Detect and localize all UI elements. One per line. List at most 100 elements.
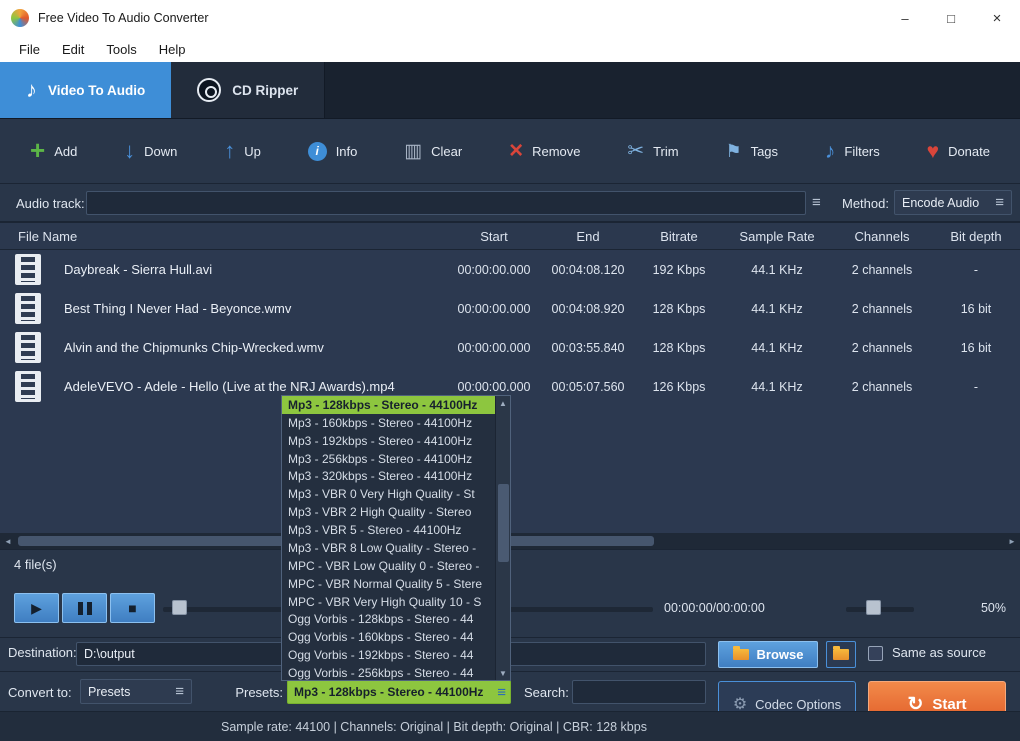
- table-row[interactable]: Daybreak - Sierra Hull.avi 00:00:00.000 00…: [0, 250, 1020, 289]
- start-cell: 00:00:00.000: [457, 262, 531, 277]
- scroll-right-icon[interactable]: ►: [1004, 533, 1020, 549]
- preset-option[interactable]: Ogg Vorbis - 256kbps - Stereo - 44: [282, 664, 495, 682]
- preset-option[interactable]: MPC - VBR Normal Quality 5 - Stere: [282, 575, 495, 593]
- preset-option[interactable]: MPC - VBR Very High Quality 10 - S: [282, 593, 495, 611]
- bit-depth-cell: 16 bit: [960, 301, 992, 316]
- file-name-cell: AdeleVEVO - Adele - Hello (Live at the N…: [64, 379, 395, 394]
- end-cell: 00:05:07.560: [551, 379, 625, 394]
- toolbar-tags-button[interactable]: ⚑ Tags: [725, 142, 778, 160]
- maximize-button[interactable]: □: [928, 0, 974, 36]
- sample-rate-cell: 44.1 KHz: [751, 340, 803, 355]
- toolbar-filters-button[interactable]: ♪ Filters: [825, 141, 880, 162]
- preset-option[interactable]: Ogg Vorbis - 160kbps - Stereo - 44: [282, 628, 495, 646]
- column-channels[interactable]: Channels: [832, 229, 932, 244]
- same-as-source-checkbox[interactable]: [868, 646, 883, 661]
- toolbar-remove-button[interactable]: × Remove: [509, 139, 580, 163]
- toolbar-down-button[interactable]: ↓ Down: [124, 140, 177, 162]
- volume-thumb[interactable]: [866, 600, 881, 615]
- toolbar-add-button[interactable]: + Add: [30, 137, 78, 163]
- channels-cell: 2 channels: [851, 301, 913, 316]
- toolbar-donate-button[interactable]: ♥ Donate: [927, 141, 990, 162]
- toolbar-info-button[interactable]: i Info: [307, 141, 357, 161]
- preset-option[interactable]: Ogg Vorbis - 128kbps - Stereo - 44: [282, 611, 495, 629]
- audio-track-input[interactable]: [86, 191, 806, 215]
- toolbar-down-label: Down: [144, 143, 178, 159]
- tab-cd-ripper[interactable]: CD Ripper: [171, 62, 326, 118]
- preset-option[interactable]: Ogg Vorbis - 192kbps - Stereo - 44: [282, 646, 495, 664]
- destination-label: Destination:: [8, 645, 77, 660]
- film-strip-icon: [15, 332, 41, 363]
- bitrate-cell: 192 Kbps: [652, 262, 706, 277]
- tab-video-to-audio[interactable]: ♪ Video To Audio: [0, 62, 172, 118]
- audio-track-menu-icon[interactable]: ≡: [812, 195, 821, 210]
- preset-option[interactable]: Mp3 - 320kbps - Stereo - 44100Hz: [282, 468, 495, 486]
- column-sample-rate[interactable]: Sample Rate: [722, 229, 832, 244]
- column-bitrate[interactable]: Bitrate: [636, 229, 722, 244]
- preset-option[interactable]: Mp3 - VBR 5 - Stereo - 44100Hz: [282, 521, 495, 539]
- file-icon-cell: [0, 371, 56, 402]
- table-row[interactable]: Alvin and the Chipmunks Chip-Wrecked.wmv…: [0, 328, 1020, 367]
- toolbar: + Add ↓ Down ↑ Up i Info ▥ Clear × Remove ✂ Trim ⚑ Tags…: [0, 118, 1020, 184]
- preset-option[interactable]: Mp3 - 160kbps - Stereo - 44100Hz: [282, 414, 495, 432]
- scroll-down-icon[interactable]: ▼: [496, 666, 510, 680]
- close-button[interactable]: ×: [974, 0, 1020, 36]
- search-input[interactable]: [572, 680, 706, 704]
- method-value: Encode Audio: [902, 195, 980, 210]
- end-cell: 00:04:08.920: [551, 301, 625, 316]
- end-cell: 00:04:08.120: [551, 262, 625, 277]
- toolbar-tags-label: Tags: [750, 143, 779, 159]
- menu-item-file[interactable]: File: [8, 36, 51, 62]
- app-icon: [11, 9, 29, 27]
- channels-cell: 2 channels: [851, 340, 913, 355]
- channels-cell: 2 channels: [851, 379, 913, 394]
- dropdown-scrollbar[interactable]: ▲ ▼: [495, 396, 510, 680]
- menu-item-help[interactable]: Help: [148, 36, 197, 62]
- search-label: Search:: [524, 685, 569, 700]
- bitrate-cell: 128 Kbps: [652, 301, 706, 316]
- column-file-name[interactable]: File Name: [0, 229, 448, 244]
- open-output-folder-button[interactable]: [826, 641, 856, 668]
- preset-dropdown-list: Mp3 - 128kbps - Stereo - 44100Hz Mp3 - 16…: [282, 396, 495, 680]
- file-count: 4 file(s): [14, 557, 57, 572]
- preset-option[interactable]: Mp3 - VBR 2 High Quality - Stereo: [282, 503, 495, 521]
- pause-button[interactable]: [62, 593, 107, 623]
- scroll-left-icon[interactable]: ◄: [0, 533, 16, 549]
- scroll-up-icon[interactable]: ▲: [496, 396, 510, 410]
- table-header: File Name Start End Bitrate Sample Rate …: [0, 222, 1020, 250]
- dropdown-scrollbar-thumb[interactable]: [498, 484, 509, 562]
- toolbar-clear-button[interactable]: ▥ Clear: [404, 142, 462, 161]
- seek-thumb[interactable]: [172, 600, 187, 615]
- browse-button[interactable]: Browse: [718, 641, 818, 668]
- table-row[interactable]: Best Thing I Never Had - Beyonce.wmv 00:0…: [0, 289, 1020, 328]
- window-title: Free Video To Audio Converter: [38, 11, 209, 25]
- column-start[interactable]: Start: [448, 229, 540, 244]
- column-bit-depth[interactable]: Bit depth: [932, 229, 1020, 244]
- playback-time: 00:00:00/00:00:00: [664, 601, 765, 615]
- stop-button[interactable]: ■: [110, 593, 155, 623]
- film-strip-icon: [15, 371, 41, 402]
- menu-item-edit[interactable]: Edit: [51, 36, 95, 62]
- preset-option[interactable]: Mp3 - 256kbps - Stereo - 44100Hz: [282, 450, 495, 468]
- preset-option[interactable]: Mp3 - VBR 0 Very High Quality - St: [282, 485, 495, 503]
- preset-combo[interactable]: Mp3 - 128kbps - Stereo - 44100Hz ≡: [287, 680, 511, 704]
- convert-to-select[interactable]: Presets ≡: [80, 679, 192, 704]
- toolbar-up-button[interactable]: ↑ Up: [224, 140, 261, 162]
- preset-option[interactable]: MPC - VBR Low Quality 0 - Stereo -: [282, 557, 495, 575]
- play-button[interactable]: ▶: [14, 593, 59, 623]
- toolbar-trim-button[interactable]: ✂ Trim: [627, 141, 678, 161]
- preset-option[interactable]: Mp3 - 192kbps - Stereo - 44100Hz: [282, 432, 495, 450]
- preset-option[interactable]: Mp3 - VBR 8 Low Quality - Stereo -: [282, 539, 495, 557]
- same-as-source-label: Same as source: [892, 645, 986, 660]
- toolbar-donate-label: Donate: [948, 143, 990, 159]
- menu-item-tools[interactable]: Tools: [95, 36, 147, 62]
- preset-option[interactable]: Mp3 - 128kbps - Stereo - 44100Hz: [282, 396, 495, 414]
- column-end[interactable]: End: [540, 229, 636, 244]
- start-cell: 00:00:00.000: [457, 340, 531, 355]
- bit-depth-cell: -: [973, 379, 979, 394]
- file-icon-cell: [0, 254, 56, 285]
- file-name-cell: Alvin and the Chipmunks Chip-Wrecked.wmv: [64, 340, 324, 355]
- toolbar-add-label: Add: [54, 143, 78, 159]
- method-select[interactable]: Encode Audio ≡: [894, 190, 1012, 215]
- minimize-button[interactable]: –: [882, 0, 928, 36]
- start-cell: 00:00:00.000: [457, 379, 531, 394]
